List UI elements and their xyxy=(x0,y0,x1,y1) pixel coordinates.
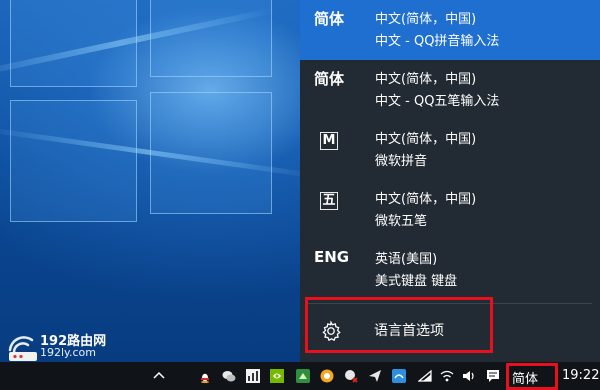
ime-short-label: ENG xyxy=(314,248,350,266)
send-icon[interactable] xyxy=(368,369,382,383)
ime-item-ms-wubi[interactable]: 五 中文(简体，中国) 微软五笔 xyxy=(300,180,600,240)
chevron-up-icon[interactable] xyxy=(152,369,166,383)
ime-item-english-us[interactable]: ENG 英语(美国) 美式键盘 键盘 xyxy=(300,240,600,300)
watermark-url: 192ly.com xyxy=(40,346,96,359)
ime-language: 中文(简体，中国) xyxy=(375,132,477,147)
ime-language: 中文(简体，中国) xyxy=(375,12,477,27)
qq-penguin-icon[interactable] xyxy=(198,369,212,383)
ime-name: 中文 - QQ拼音输入法 xyxy=(375,34,500,49)
chart-icon[interactable] xyxy=(246,369,260,383)
wifi-signal-icon[interactable] xyxy=(440,369,454,383)
ime-name: 微软拼音 xyxy=(375,154,428,169)
ime-item-qq-pinyin[interactable]: 简体 中文(简体，中国) 中文 - QQ拼音输入法 xyxy=(300,0,600,60)
ime-name: 微软五笔 xyxy=(375,214,428,229)
network-app-icon[interactable] xyxy=(392,369,406,383)
ime-short-label: 简体 xyxy=(314,10,345,28)
speaker-icon[interactable] xyxy=(462,369,476,383)
ms-pinyin-icon: M xyxy=(320,132,338,150)
orange-circle-icon[interactable] xyxy=(320,369,334,383)
highlight-frame xyxy=(305,297,493,353)
nvidia-icon[interactable] xyxy=(270,369,284,383)
ime-short-label: 简体 xyxy=(314,70,345,88)
highlight-frame xyxy=(506,363,558,390)
window-logo-pane xyxy=(10,100,137,222)
taskbar: 简体 19:22 xyxy=(0,362,600,390)
ime-language: 中文(简体，中国) xyxy=(375,72,477,87)
ms-wubi-icon: 五 xyxy=(320,192,338,210)
ime-item-ms-pinyin[interactable]: M 中文(简体，中国) 微软拼音 xyxy=(300,120,600,180)
ime-name: 中文 - QQ五笔输入法 xyxy=(375,94,500,109)
muted-app-icon[interactable] xyxy=(344,369,358,383)
window-logo-pane xyxy=(10,0,137,87)
wifi-icon[interactable] xyxy=(418,369,432,383)
window-logo-pane xyxy=(150,0,272,77)
clock[interactable]: 19:22 xyxy=(562,368,599,383)
ime-name: 美式键盘 键盘 xyxy=(375,274,458,289)
green-app-icon[interactable] xyxy=(296,369,310,383)
ime-language: 中文(简体，中国) xyxy=(375,192,477,207)
input-method-menu: 简体 中文(简体，中国) 中文 - QQ拼音输入法 简体 中文(简体，中国) 中… xyxy=(300,0,600,362)
action-center-icon[interactable] xyxy=(486,369,500,383)
wechat-icon[interactable] xyxy=(222,369,236,383)
ime-language: 英语(美国) xyxy=(375,252,438,267)
ime-item-qq-wubi[interactable]: 简体 中文(简体，中国) 中文 - QQ五笔输入法 xyxy=(300,60,600,120)
window-logo-pane xyxy=(150,92,272,214)
